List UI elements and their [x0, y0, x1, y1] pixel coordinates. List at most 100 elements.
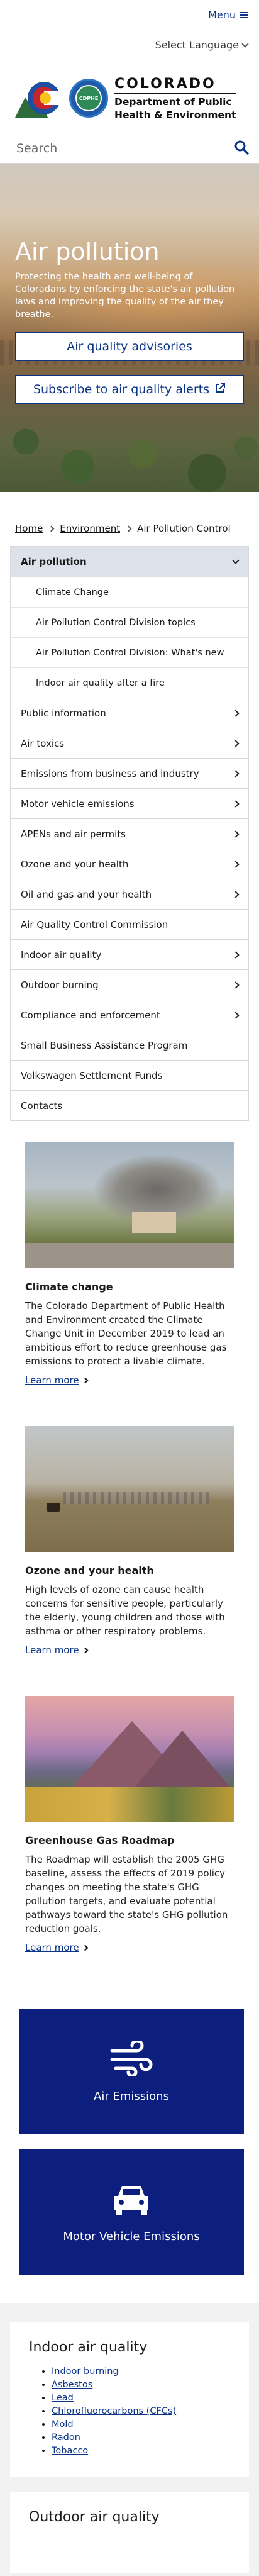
external-link-icon [214, 382, 226, 397]
breadcrumb-home[interactable]: Home [15, 523, 43, 534]
subscribe-alerts-button[interactable]: Subscribe to air quality alerts [15, 375, 244, 404]
indoor-link[interactable]: Mold [52, 2419, 74, 2429]
chevron-down-icon [232, 557, 240, 564]
indoor-air-quality-box: Indoor air quality Indoor burning Asbest… [10, 2322, 249, 2477]
card-ozone: Ozone and your health High levels of ozo… [25, 1426, 234, 1656]
card-text: High levels of ozone can cause health co… [25, 1584, 225, 1637]
nav-item[interactable]: Public information [11, 698, 248, 728]
nav-item[interactable]: Oil and gas and your health [11, 879, 248, 909]
site-logo[interactable]: CDPHE COLORADO Department of Public Heal… [0, 63, 259, 133]
chevron-right-icon [232, 951, 240, 959]
air-emissions-tile[interactable]: Air Emissions [19, 2009, 244, 2134]
breadcrumb-current: Air Pollution Control [137, 523, 231, 534]
ghg-roadmap-image [25, 1696, 234, 1822]
chevron-right-icon [232, 769, 240, 778]
chevron-right-icon [125, 525, 132, 532]
logo-text: COLORADO Department of Public Health & E… [114, 76, 236, 121]
nav-item-label: APENs and air permits [21, 828, 126, 840]
nav-item-label: Public information [21, 707, 106, 719]
learn-more-label[interactable]: Learn more [25, 1644, 79, 1656]
nav-subitem[interactable]: Climate Change [11, 577, 248, 607]
indoor-links-list: Indoor burning Asbestos Lead Chlorofluor… [29, 2365, 230, 2458]
nav-subitem-label: Indoor air quality after a fire [36, 677, 165, 688]
learn-more-link[interactable]: Learn more [25, 1942, 234, 1953]
nav-item-air-pollution[interactable]: Air pollution [11, 547, 248, 577]
nav-item[interactable]: Indoor air quality [11, 939, 248, 969]
indoor-link[interactable]: Lead [52, 2393, 74, 2403]
nav-item-label: Small Business Assistance Program [21, 1039, 188, 1051]
chevron-right-icon [82, 1944, 88, 1951]
car-icon [112, 2182, 151, 2219]
list-item: Radon [52, 2431, 230, 2445]
indoor-air-quality-title: Indoor air quality [29, 2339, 148, 2355]
logo-dept-line2: Health & Environment [114, 109, 236, 121]
list-item: Mold [52, 2418, 230, 2431]
learn-more-label[interactable]: Learn more [25, 1374, 79, 1386]
learn-more-link[interactable]: Learn more [25, 1644, 234, 1656]
nav-item-label: Oil and gas and your health [21, 888, 152, 900]
chevron-right-icon [232, 830, 240, 838]
chevron-right-icon [232, 1011, 240, 1019]
chevron-right-icon [232, 890, 240, 898]
search-icon[interactable] [234, 140, 249, 157]
ozone-image [25, 1426, 234, 1552]
breadcrumb-environment[interactable]: Environment [60, 523, 120, 534]
nav-item[interactable]: Emissions from business and industry [11, 758, 248, 788]
top-bar: Menu Select Language [0, 0, 259, 63]
nav-item-label: Air Quality Control Commission [21, 918, 168, 930]
list-item: Asbestos [52, 2378, 230, 2392]
nav-item[interactable]: Compliance and enforcement [11, 1000, 248, 1030]
nav-item[interactable]: Air toxics [11, 728, 248, 758]
nav-item-label: Volkswagen Settlement Funds [21, 1069, 163, 1081]
card-text: The Colorado Department of Public Health… [25, 1300, 227, 1367]
card-text: The Roadmap will establish the 2005 GHG … [25, 1854, 228, 1934]
chevron-right-icon [48, 525, 55, 532]
card-climate-change: Climate change The Colorado Department o… [25, 1142, 234, 1386]
hero-content: Air pollution Protecting the health and … [15, 238, 244, 418]
nav-item-label: Emissions from business and industry [21, 767, 199, 779]
tile-label: Motor Vehicle Emissions [63, 2229, 200, 2243]
nav-item[interactable]: APENs and air permits [11, 818, 248, 849]
language-select[interactable]: Select Language [155, 39, 249, 51]
advisories-button-label: Air quality advisories [67, 340, 192, 354]
indoor-link[interactable]: Chlorofluorocarbons (CFCs) [52, 2406, 176, 2416]
indoor-link[interactable]: Indoor burning [52, 2367, 119, 2377]
search-bar [0, 133, 259, 164]
indoor-link[interactable]: Radon [52, 2433, 80, 2443]
learn-more-label[interactable]: Learn more [25, 1942, 79, 1953]
chevron-down-icon [241, 40, 249, 48]
chevron-right-icon [82, 1377, 88, 1383]
outdoor-air-quality-title: Outdoor air quality [29, 2509, 160, 2525]
nav-item[interactable]: Ozone and your health [11, 849, 248, 879]
hamburger-icon [240, 11, 248, 18]
air-quality-links-section: Indoor air quality Indoor burning Asbest… [0, 2303, 259, 2576]
nav-item[interactable]: Outdoor burning [11, 969, 248, 1000]
nav-item-label: Air toxics [21, 737, 65, 749]
nav-item[interactable]: Contacts [11, 1090, 248, 1120]
indoor-link[interactable]: Asbestos [52, 2380, 92, 2390]
hero-banner: Air pollution Protecting the health and … [0, 164, 259, 492]
list-item: Chlorofluorocarbons (CFCs) [52, 2405, 230, 2418]
nav-subitem[interactable]: Air Pollution Control Division topics [11, 607, 248, 637]
card-title: Climate change [25, 1281, 113, 1293]
nav-item-label: Compliance and enforcement [21, 1009, 160, 1021]
learn-more-link[interactable]: Learn more [25, 1374, 234, 1386]
nav-item[interactable]: Air Quality Control Commission [11, 909, 248, 939]
card-title: Ozone and your health [25, 1564, 154, 1576]
outdoor-air-quality-box: Outdoor air quality [10, 2492, 249, 2573]
menu-button[interactable]: Menu [208, 9, 248, 21]
air-quality-advisories-button[interactable]: Air quality advisories [15, 332, 244, 361]
chevron-right-icon [232, 739, 240, 747]
nav-item[interactable]: Motor vehicle emissions [11, 788, 248, 818]
nav-item[interactable]: Small Business Assistance Program [11, 1030, 248, 1060]
nav-subitem[interactable]: Indoor air quality after a fire [11, 667, 248, 698]
indoor-link[interactable]: Tobacco [52, 2446, 88, 2456]
motor-vehicle-emissions-tile[interactable]: Motor Vehicle Emissions [19, 2149, 244, 2275]
nav-subitem[interactable]: Air Pollution Control Division: What's n… [11, 637, 248, 667]
nav-item[interactable]: Volkswagen Settlement Funds [11, 1060, 248, 1090]
nav-subitem-label: Air Pollution Control Division topics [36, 617, 196, 628]
list-item: Tobacco [52, 2445, 230, 2458]
search-input[interactable] [16, 141, 205, 155]
chevron-right-icon [232, 860, 240, 868]
hero-description: Protecting the health and well-being of … [15, 272, 235, 320]
